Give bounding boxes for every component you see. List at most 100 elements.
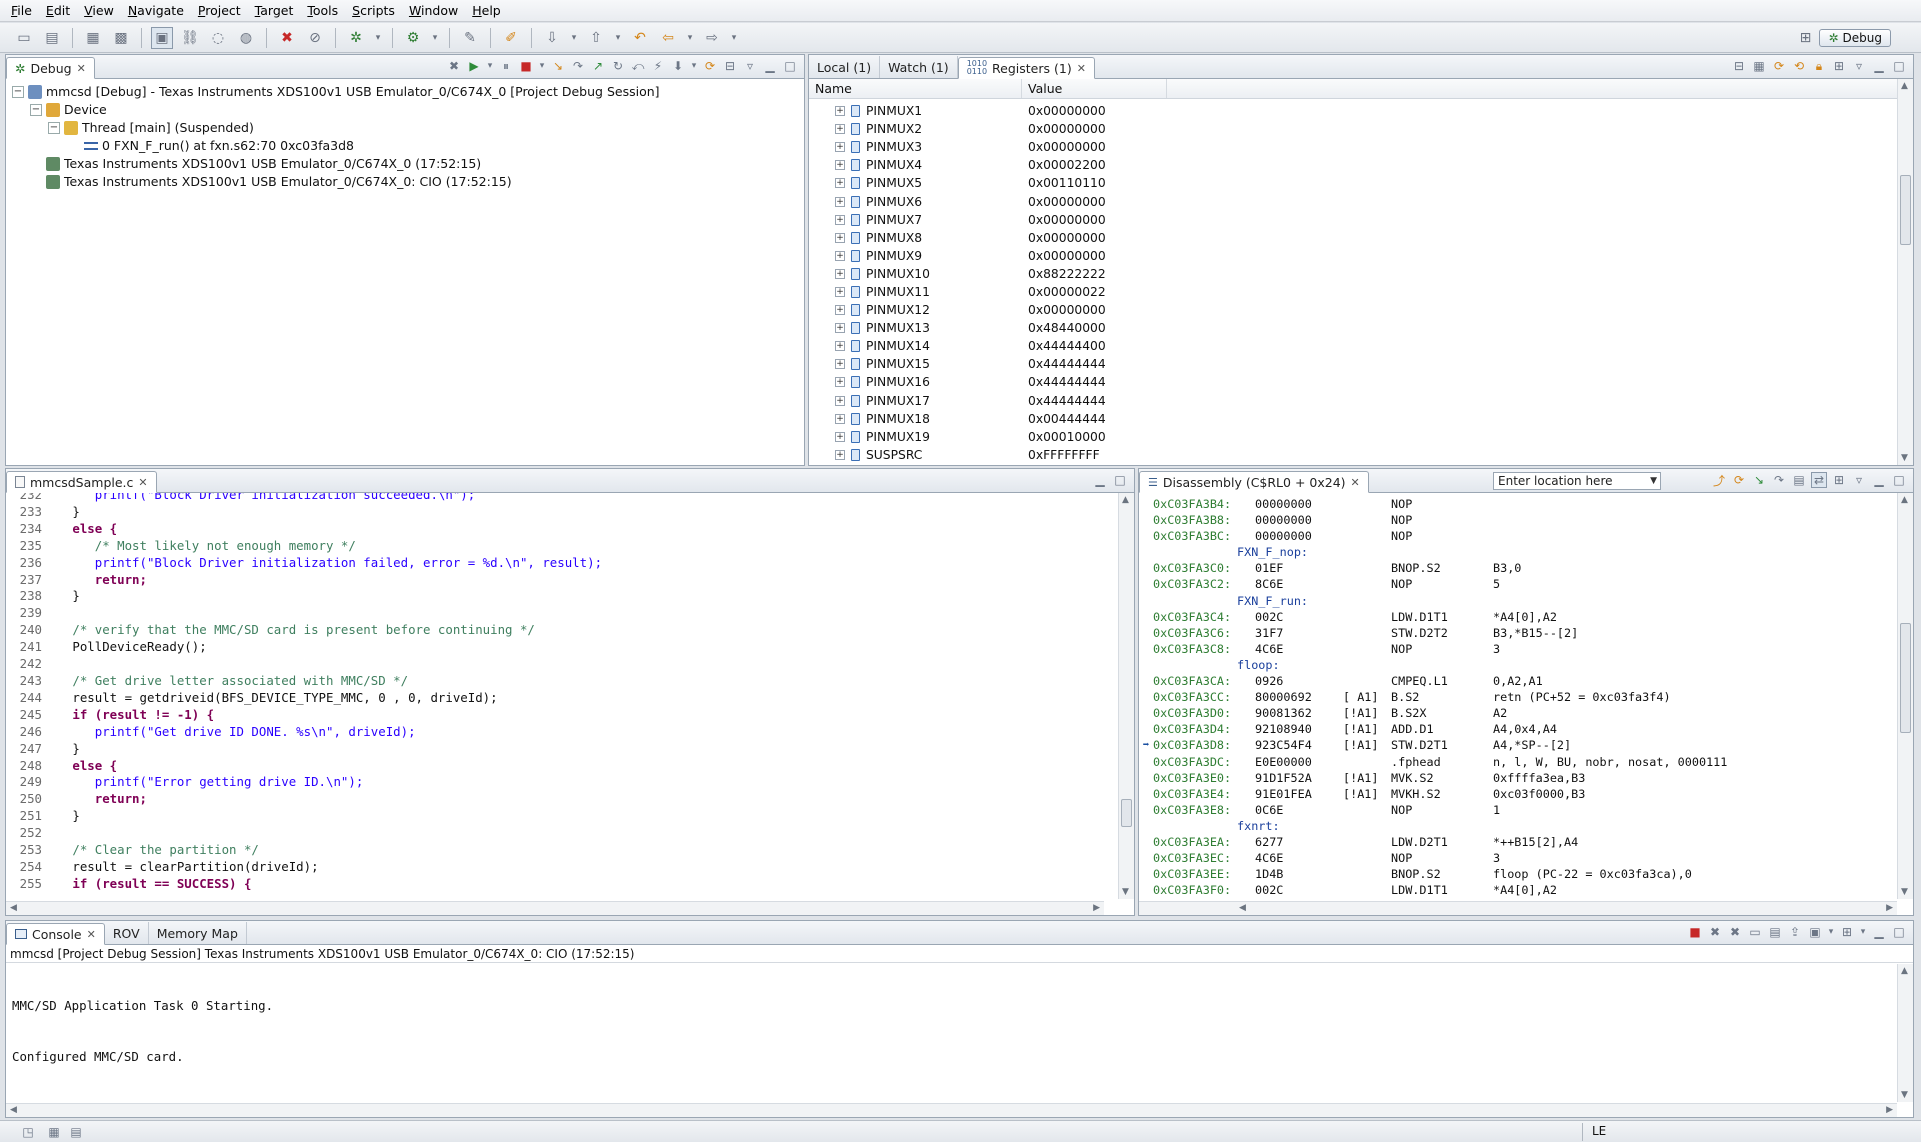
expand-toggle-icon[interactable]: + xyxy=(835,359,845,370)
dropdown-arrow-icon[interactable]: ▾ xyxy=(538,58,546,74)
tab-disassembly[interactable]: ☰ Disassembly (C$RL0 + 0x24) ✕ xyxy=(1139,471,1369,493)
open-perspective-icon[interactable]: ⊞ xyxy=(1794,27,1816,49)
expand-toggle-icon[interactable]: + xyxy=(835,124,845,135)
new-view-icon[interactable]: ⊞ xyxy=(1831,58,1847,74)
disassembly-listing[interactable]: 0xC03FA3B4: 00000000 NOP 0xC03FA3B8: 0000000… xyxy=(1139,493,1913,898)
register-value[interactable]: 0x48440000 xyxy=(1022,321,1167,335)
register-value[interactable]: 0x44444444 xyxy=(1022,394,1167,408)
expand-toggle-icon[interactable]: + xyxy=(835,395,845,406)
expand-toggle-icon[interactable]: + xyxy=(835,341,845,352)
refresh-icon[interactable]: ⟳ xyxy=(1731,472,1747,488)
load-program-icon[interactable]: ⬇ xyxy=(670,58,686,74)
disassembly-row[interactable]: 0xC03FA3E8: 0C6E NOP 1 xyxy=(1139,802,1913,818)
dropdown-arrow-icon[interactable]: ▾ xyxy=(569,27,579,49)
memory-icon[interactable]: ▤ xyxy=(68,1124,84,1140)
run-external-icon[interactable]: ⚙ xyxy=(402,27,424,49)
disassembly-row[interactable]: 0xC03FA3B8: 00000000 NOP xyxy=(1139,512,1913,528)
save-icon[interactable]: ▭ xyxy=(13,27,35,49)
scroll-up-icon[interactable]: ▲ xyxy=(1122,495,1129,505)
menu-project[interactable]: Project xyxy=(191,3,248,18)
register-value[interactable]: 0x44444444 xyxy=(1022,375,1167,389)
disassembly-row[interactable]: 0xC03FA3EC: 4C6E NOP 3 xyxy=(1139,850,1913,866)
disassembly-row[interactable]: 0xC03FA3E0: 91D1F52A [!A1] MVK.S2 0xffffa3ea… xyxy=(1139,770,1913,786)
tab-local[interactable]: Local (1) xyxy=(809,56,881,78)
scroll-left-icon[interactable]: ◀ xyxy=(10,1105,17,1115)
step-return-icon[interactable]: ↗ xyxy=(590,58,606,74)
scroll-down-icon[interactable]: ▼ xyxy=(1901,453,1908,463)
tree-item-emulator[interactable]: Texas Instruments XDS100v1 USB Emulator_… xyxy=(12,155,798,173)
dropdown-arrow-icon[interactable]: ▾ xyxy=(729,27,739,49)
debug-step-icon[interactable]: ◌ xyxy=(207,27,229,49)
maximize-icon[interactable]: □ xyxy=(782,58,798,74)
expand-toggle-icon[interactable]: + xyxy=(835,305,845,316)
disassembly-hscrollbar[interactable]: ◀ ▶ xyxy=(1139,901,1897,915)
register-row[interactable]: + SUSPSRC 0xFFFFFFFF xyxy=(809,446,1913,464)
expand-toggle-icon[interactable]: + xyxy=(835,286,845,297)
expand-toggle-icon[interactable]: + xyxy=(835,196,845,207)
disassembly-scrollbar[interactable]: ▲ ▼ xyxy=(1897,493,1913,899)
scroll-left-icon[interactable]: ◀ xyxy=(1239,903,1246,913)
annotation-icon[interactable]: ✎ xyxy=(459,27,481,49)
disassembly-row[interactable]: 0xC03FA3D4: 92108940 [!A1] ADD.D1 A4,0x4,A4 xyxy=(1139,721,1913,737)
register-row[interactable]: + PINMUX8 0x00000000 xyxy=(809,229,1913,247)
expand-toggle-icon[interactable]: + xyxy=(835,323,845,334)
terminate-icon[interactable]: ■ xyxy=(518,58,534,74)
menu-navigate[interactable]: Navigate xyxy=(121,3,191,18)
register-value[interactable]: 0x00002200 xyxy=(1022,158,1167,172)
register-row[interactable]: + PINMUX17 0x44444444 xyxy=(809,392,1913,410)
tab-rov[interactable]: ROV xyxy=(105,922,149,944)
assembly-step-icon[interactable]: ↻ xyxy=(610,58,626,74)
close-icon[interactable]: ✕ xyxy=(77,62,86,75)
dropdown-arrow-icon[interactable]: ▾ xyxy=(430,27,440,49)
expand-toggle-icon[interactable]: + xyxy=(835,449,845,460)
menu-edit[interactable]: Edit xyxy=(39,3,77,18)
collapse-toggle-icon[interactable]: − xyxy=(30,104,42,116)
column-header-value[interactable]: Value xyxy=(1022,79,1167,98)
register-row[interactable]: + PINMUX12 0x00000000 xyxy=(809,301,1913,319)
disassembly-row[interactable]: 0xC03FA3EA: 6277 LDW.D2T1 *++B15[2],A4 xyxy=(1139,834,1913,850)
register-value[interactable]: 0x00110110 xyxy=(1022,176,1167,190)
remove-launch-icon[interactable]: ✖ xyxy=(446,58,462,74)
scroll-up-icon[interactable]: ▲ xyxy=(1901,966,1908,976)
editor-scrollbar[interactable]: ▲ ▼ xyxy=(1118,493,1134,899)
disassembly-row[interactable]: 0xC03FA3CA: 0926 CMPEQ.L1 0,A2,A1 xyxy=(1139,673,1913,689)
minimize-icon[interactable]: ▁ xyxy=(1871,472,1887,488)
tree-item-device[interactable]: − Device xyxy=(12,101,798,119)
dropdown-arrow-icon[interactable]: ▾ xyxy=(613,27,623,49)
minimize-icon[interactable]: ▁ xyxy=(762,58,778,74)
chevron-down-icon[interactable]: ▼ xyxy=(1650,473,1657,489)
disassembly-row[interactable]: 0xC03FA3C0: 01EF BNOP.S2 B3,0 xyxy=(1139,560,1913,576)
prev-annotation-icon[interactable]: ⇧ xyxy=(585,27,607,49)
menu-window[interactable]: Window xyxy=(402,3,465,18)
location-input[interactable]: Enter location here ▼ xyxy=(1493,472,1661,490)
menu-help[interactable]: Help xyxy=(465,3,508,18)
collapse-toggle-icon[interactable]: − xyxy=(48,122,60,134)
disassembly-row[interactable]: 0xC03FA3C8: 4C6E NOP 3 xyxy=(1139,641,1913,657)
console-hscrollbar[interactable]: ◀ ▶ xyxy=(6,1103,1897,1117)
register-row[interactable]: + PINMUX9 0x00000000 xyxy=(809,247,1913,265)
register-value[interactable]: 0x00000000 xyxy=(1022,140,1167,154)
refresh-icon[interactable]: ⟳ xyxy=(702,58,718,74)
register-value[interactable]: 0x00000000 xyxy=(1022,231,1167,245)
minimize-icon[interactable]: ▁ xyxy=(1871,924,1887,940)
collapse-toggle-icon[interactable]: − xyxy=(12,86,24,98)
tree-item-session[interactable]: − mmcsd [Debug] - Texas Instruments XDS1… xyxy=(12,83,798,101)
expand-toggle-icon[interactable]: + xyxy=(835,268,845,279)
register-value[interactable]: 0x00000000 xyxy=(1022,213,1167,227)
continuous-refresh-icon[interactable]: ⟲ xyxy=(1791,58,1807,74)
register-value[interactable]: 0x00010000 xyxy=(1022,430,1167,444)
disassembly-row[interactable]: 0xC03FA3F0: 002C LDW.D1T1 *A4[0],A2 xyxy=(1139,882,1913,898)
console-scrollbar[interactable]: ▲ ▼ xyxy=(1897,964,1913,1102)
tree-item-stack-frame[interactable]: 0 FXN_F_run() at fxn.s62:70 0xc03fa3d8 xyxy=(12,137,798,155)
close-icon[interactable]: ✕ xyxy=(87,928,96,941)
dropdown-arrow-icon[interactable]: ▾ xyxy=(373,27,383,49)
tab-registers[interactable]: 1010 0110 Registers (1) ✕ xyxy=(957,57,1095,79)
build-icon[interactable]: ▦ xyxy=(82,27,104,49)
tab-debug[interactable]: ✲ Debug ✕ xyxy=(6,57,95,79)
debug-config-icon[interactable]: ✲ xyxy=(345,27,367,49)
print-icon[interactable]: ▤ xyxy=(41,27,63,49)
register-row[interactable]: + PINMUX2 0x00000000 xyxy=(809,120,1913,138)
scroll-right-icon[interactable]: ▶ xyxy=(1886,903,1893,913)
tab-watch[interactable]: Watch (1) xyxy=(880,56,958,78)
register-row[interactable]: + PINMUX5 0x00110110 xyxy=(809,174,1913,192)
